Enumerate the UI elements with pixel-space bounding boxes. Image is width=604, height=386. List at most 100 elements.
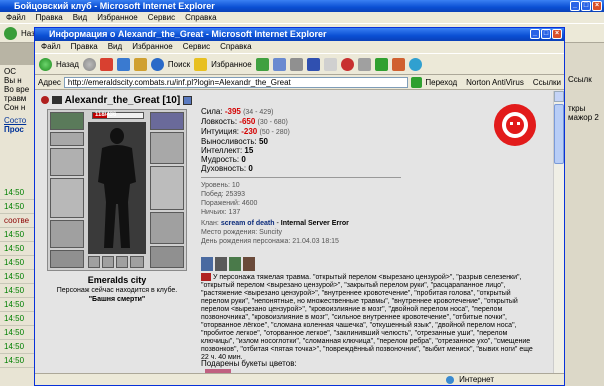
trauma-icon [201, 273, 211, 281]
menu-file[interactable]: Файл [41, 41, 61, 53]
refresh-icon[interactable] [116, 57, 130, 71]
search-icon[interactable] [150, 57, 164, 71]
vertical-scrollbar[interactable] [553, 91, 564, 373]
menu-tools[interactable]: Сервис [183, 41, 210, 53]
bg-menu-file[interactable]: Файл [6, 12, 26, 23]
medal-icon[interactable] [229, 257, 241, 271]
address-input[interactable]: http://emeraldscity.combats.ru/inf.pl?lo… [63, 76, 409, 88]
go-button[interactable]: Переход [425, 78, 457, 87]
stats-block: Сила: -395 (34 - 429) Ловкость: -650 (30… [201, 107, 441, 246]
back-arrow-icon[interactable] [4, 26, 17, 40]
mail-icon[interactable] [272, 57, 286, 71]
maximize-button[interactable]: □ [541, 29, 551, 39]
belt-slot[interactable] [50, 250, 84, 268]
bracers-slot[interactable] [150, 112, 184, 130]
stat-label: Выносливость: [201, 137, 257, 146]
close-button[interactable]: × [552, 29, 562, 39]
stat-label: Интуиция: [201, 127, 239, 136]
stat-extra: (50 - 280) [259, 129, 290, 136]
clan-name[interactable]: scream of death [221, 220, 275, 227]
norton-label[interactable]: Norton AntiVirus [466, 78, 524, 87]
stat-endurance: Выносливость: 50 [201, 137, 441, 146]
chat-text: соотве [0, 214, 36, 228]
clan-label: Клан: [201, 220, 219, 227]
bg-minimize-button[interactable]: _ [570, 1, 580, 11]
shield-slot[interactable] [150, 166, 184, 210]
medal-icon[interactable] [201, 257, 213, 271]
amulet-slot[interactable] [50, 148, 84, 176]
medal-icon[interactable] [243, 257, 255, 271]
favorites-button[interactable]: Избранное [211, 60, 252, 69]
stat-label: Духовность: [201, 164, 247, 173]
back-button[interactable]: Назад [56, 60, 79, 69]
ring-slot[interactable] [102, 256, 114, 268]
search-button[interactable]: Поиск [168, 60, 190, 69]
hp-value: 118/436 [95, 112, 117, 118]
bg-menu-help[interactable]: Справка [185, 12, 216, 23]
history-icon[interactable] [255, 57, 269, 71]
boots-slot[interactable] [150, 246, 184, 268]
stat-intellect: Интеллект: 15 [201, 146, 441, 155]
info-birthday: День рождения персонажа: 21.04.03 18:15 [201, 238, 339, 245]
menu-view[interactable]: Вид [108, 41, 122, 53]
back-arrow-icon[interactable] [39, 57, 52, 71]
ring-slot[interactable] [116, 256, 128, 268]
bg-menu-favorites[interactable]: Избранное [97, 12, 138, 23]
bg-menu-edit[interactable]: Правка [36, 12, 63, 23]
info-icon[interactable] [182, 95, 192, 105]
gloves-slot[interactable] [150, 132, 184, 164]
stat-value: 0 [241, 155, 246, 164]
chat-time: 14:50 [0, 312, 36, 326]
clan-emblem[interactable] [493, 103, 537, 147]
discuss-icon[interactable] [323, 57, 337, 71]
menu-help[interactable]: Справка [220, 41, 251, 53]
medal-icon[interactable] [215, 257, 227, 271]
bg-left-line: OC [4, 67, 16, 76]
bg-menu-tools[interactable]: Сервис [148, 12, 175, 23]
chat-time: 14:50 [0, 228, 36, 242]
favorites-star-icon[interactable] [194, 57, 208, 71]
contacts-icon[interactable] [357, 57, 371, 71]
forward-arrow-icon[interactable] [82, 57, 96, 71]
minimize-button[interactable]: _ [530, 29, 540, 39]
weapon-slot[interactable] [50, 178, 84, 218]
ring-slot[interactable] [130, 256, 144, 268]
links-label[interactable]: Ссылки [533, 78, 561, 87]
menu-favorites[interactable]: Избранное [132, 41, 173, 53]
equipment-panel: 118/436 [47, 109, 187, 271]
bg-close-button[interactable]: × [592, 1, 602, 11]
bg-left-link[interactable]: Прос [0, 125, 36, 134]
at-icon[interactable] [340, 57, 354, 71]
edit-icon[interactable] [306, 57, 320, 71]
leggings-slot[interactable] [150, 212, 184, 244]
bg-left-link[interactable]: Состо [0, 112, 36, 125]
stat-label: Интеллект: [201, 146, 243, 155]
menu-edit[interactable]: Правка [71, 41, 98, 53]
bg-left-header [0, 43, 36, 65]
popup-title-bar: Информация о Alexandr_the_Great - Micros… [35, 28, 564, 41]
clover-icon[interactable] [374, 57, 388, 71]
bg-right-text: ткры [568, 104, 586, 113]
scroll-up-arrow-icon[interactable] [554, 91, 564, 102]
stat-intuition: Интуиция: -230 (50 - 280) [201, 127, 441, 137]
character-name[interactable]: Alexandr_the_Great [65, 95, 160, 106]
flag-icon[interactable] [391, 57, 405, 71]
character-image[interactable] [88, 122, 146, 254]
helmet-slot[interactable] [50, 112, 84, 130]
ring-slot[interactable] [88, 256, 100, 268]
clan-role: Internal Server Error [280, 220, 349, 227]
bg-menu-view[interactable]: Вид [73, 12, 87, 23]
home-icon[interactable] [133, 57, 147, 71]
scroll-thumb[interactable] [554, 104, 564, 164]
stop-icon[interactable] [99, 57, 113, 71]
stat-label: Ловкость: [201, 117, 238, 126]
print-icon[interactable] [289, 57, 303, 71]
go-arrow-icon[interactable] [411, 76, 423, 88]
stat-value: -395 [224, 107, 241, 116]
messenger-icon[interactable] [408, 57, 422, 71]
bg-maximize-button[interactable]: □ [581, 1, 591, 11]
popup-window: Информация о Alexandr_the_Great - Micros… [34, 27, 565, 386]
earrings-slot[interactable] [50, 132, 84, 146]
armor-slot[interactable] [50, 220, 84, 248]
bg-links-label[interactable]: Ссылк [565, 43, 604, 84]
